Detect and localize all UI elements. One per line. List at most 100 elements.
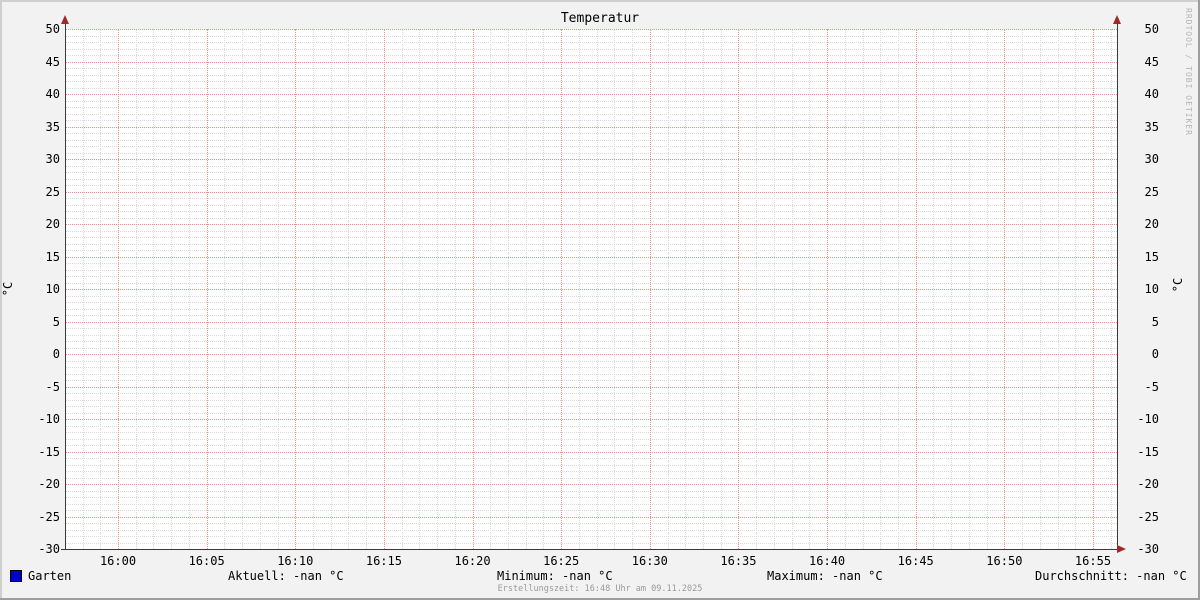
gridline-minor-h: [65, 165, 1117, 167]
y-axis-tick-label-right: -25: [1137, 509, 1159, 524]
gridline-major-v: [915, 29, 917, 549]
gridline-minor-h: [65, 328, 1117, 329]
gridline-major-v: [295, 29, 297, 549]
gridline-minor-h: [65, 35, 1117, 37]
y-axis-tick-label-left: 30: [45, 152, 60, 166]
x-axis-tick-label: 16:55: [1074, 554, 1112, 568]
gridline-minor-h: [65, 315, 1117, 316]
y-axis-tick-label-left: 20: [45, 217, 60, 231]
gridline-major-h: [65, 94, 1117, 95]
gridline-major-h: [65, 289, 1117, 290]
y-axis-tick-label-left: 10: [45, 282, 60, 296]
gridline-major-h: [65, 386, 1117, 388]
gridline-minor-h: [65, 406, 1117, 407]
gridline-major-v: [827, 29, 829, 549]
gridline-major-v: [383, 29, 385, 549]
x-axis-tick-label: 16:25: [543, 554, 580, 568]
y-axis-tick-label-right: 30: [1144, 152, 1159, 166]
y-axis-tick-label-left: -10: [38, 412, 60, 426]
gridline-major-v: [738, 29, 740, 549]
y-axis-tick-label-right: 20: [1144, 217, 1159, 231]
gridline-minor-h: [65, 48, 1117, 50]
gridline-minor-h: [65, 341, 1117, 342]
gridline-major-v: [561, 29, 563, 549]
y-axis-tick-label-left: -30: [38, 542, 60, 556]
gridline-minor-h: [65, 380, 1117, 381]
gridline-major-v: [1004, 29, 1006, 549]
gridline-minor-h: [65, 399, 1117, 401]
gridline-minor-h: [65, 42, 1117, 43]
gridline-minor-h: [65, 367, 1117, 368]
y-axis-tick-label-right: -10: [1137, 412, 1159, 426]
gridline-minor-h: [65, 295, 1117, 297]
gridline-minor-h: [65, 438, 1117, 440]
gridline-minor-h: [65, 282, 1117, 284]
y-axis-tick-label-right: -30: [1137, 542, 1159, 556]
stat-maximum: Maximum: -nan °C: [767, 569, 883, 583]
y-axis-tick-label-right: 40: [1144, 87, 1159, 101]
gridline-major-v: [649, 29, 651, 549]
x-axis-tick-label: 16:10: [277, 554, 314, 568]
gridline-major-h: [65, 29, 1117, 30]
gridline-minor-h: [65, 302, 1117, 303]
gridline-minor-h: [65, 425, 1117, 427]
y-axis-tick-label-right: 10: [1144, 282, 1159, 296]
gridline-minor-h: [65, 107, 1117, 108]
x-axis-tick-label: 16:20: [454, 554, 491, 568]
rrdtool-temperature-graph: Temperatur RRDTOOL / TOBI OETIKER °C °C …: [0, 0, 1200, 600]
gridline-minor-h: [65, 458, 1117, 459]
y-axis-unit-right: °C: [1171, 277, 1185, 293]
gridline-minor-h: [65, 211, 1117, 212]
gridline-major-h: [65, 61, 1117, 63]
y-axis-tick-label-left: 5: [52, 314, 60, 329]
gridline-minor-h: [65, 243, 1117, 245]
y-axis-line-right: [1117, 21, 1118, 550]
y-axis-tick-label-left: 45: [45, 54, 60, 69]
gridline-minor-h: [65, 172, 1117, 173]
gridline-minor-h: [65, 445, 1117, 446]
stat-durchschnitt: Durchschnitt: -nan °C: [1035, 569, 1187, 583]
gridline-minor-h: [65, 497, 1117, 498]
x-axis-tick-label: 16:35: [720, 554, 757, 568]
gridline-major-v: [206, 29, 208, 549]
gridline-major-h: [65, 126, 1117, 128]
y-axis-tick-label-right: 45: [1144, 54, 1159, 69]
stat-minimum: Minimum: -nan °C: [497, 569, 613, 583]
gridline-minor-h: [65, 360, 1117, 362]
x-axis-tick-label: 16:05: [188, 554, 225, 568]
gridline-minor-h: [65, 198, 1117, 199]
gridline-minor-h: [65, 185, 1117, 186]
gridline-minor-h: [65, 100, 1117, 102]
gridline-minor-h: [65, 432, 1117, 433]
y-axis-tick-label-left: -20: [38, 477, 60, 491]
gridline-minor-h: [65, 87, 1117, 89]
gridline-major-h: [65, 419, 1117, 420]
rrdtool-watermark: RRDTOOL / TOBI OETIKER: [1184, 8, 1193, 136]
gridline-minor-h: [65, 217, 1117, 219]
gridline-major-v: [472, 29, 474, 549]
gridline-minor-h: [65, 510, 1117, 511]
y-axis-tick-label-right: 25: [1144, 184, 1159, 199]
chart-title: Temperatur: [560, 11, 640, 26]
gridline-major-h: [65, 484, 1117, 485]
gridline-minor-h: [65, 74, 1117, 76]
gridline-major-h: [65, 224, 1117, 225]
gridline-minor-h: [65, 120, 1117, 121]
bevel-border-left: [0, 0, 2, 600]
series-label: Garten: [28, 569, 72, 583]
gridline-minor-h: [65, 250, 1117, 251]
y-axis-tick-label-left: -25: [38, 509, 60, 524]
y-axis-tick-label-right: -5: [1144, 379, 1159, 394]
y-axis-tick-label-right: -20: [1137, 477, 1159, 491]
y-axis-tick-label-right: 35: [1144, 119, 1159, 134]
gridline-minor-h: [65, 152, 1117, 154]
gridline-minor-h: [65, 204, 1117, 206]
gridline-minor-h: [65, 536, 1117, 537]
gridline-minor-h: [65, 146, 1117, 147]
gridline-minor-h: [65, 68, 1117, 69]
gridline-minor-h: [65, 276, 1117, 277]
gridline-minor-h: [65, 81, 1117, 82]
gridline-minor-h: [65, 113, 1117, 115]
gridline-minor-h: [65, 237, 1117, 238]
gridline-minor-h: [65, 269, 1117, 271]
